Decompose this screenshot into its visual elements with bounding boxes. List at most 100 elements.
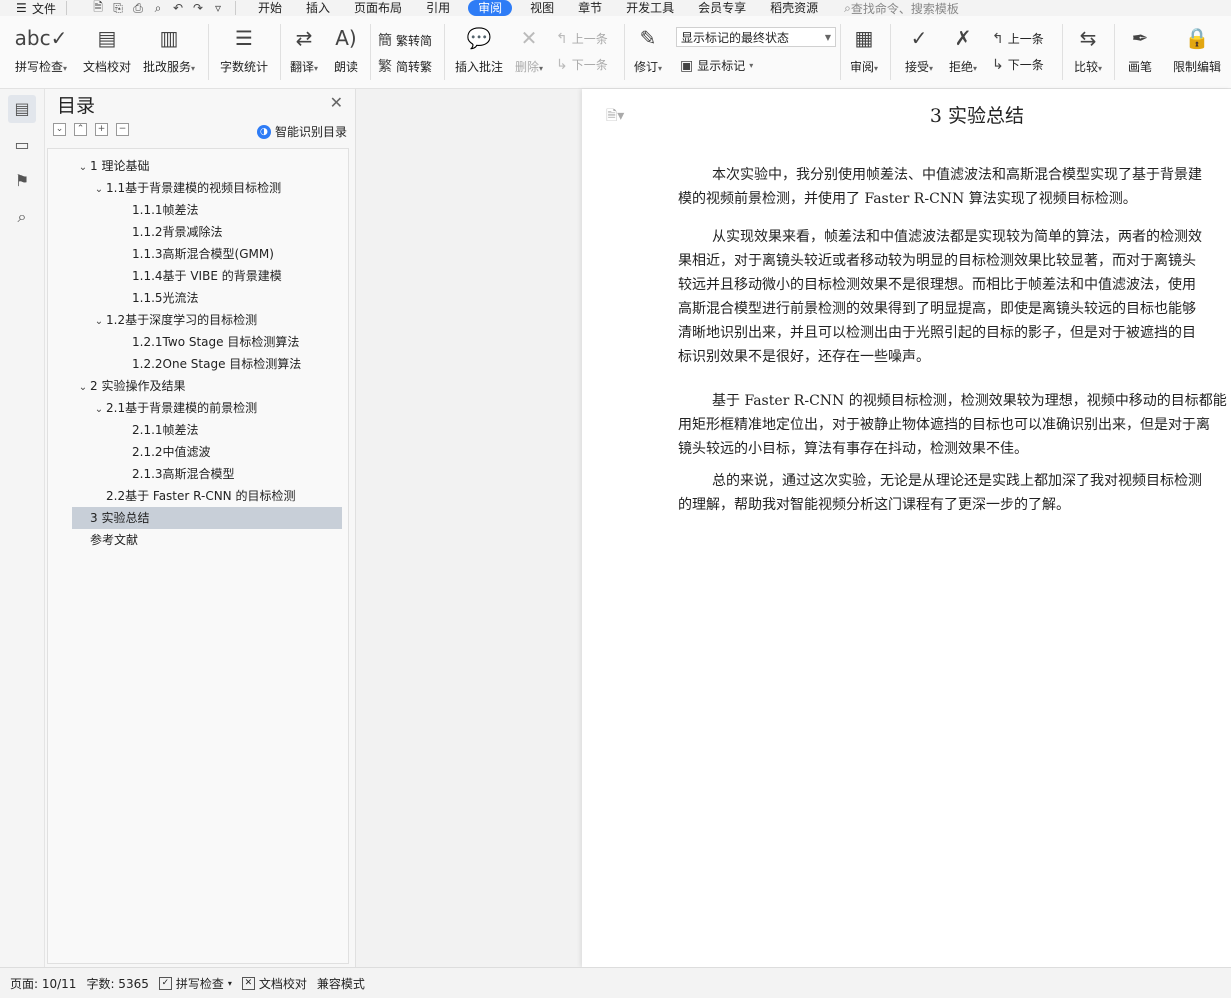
toc-item[interactable]: 2.2基于 Faster R-CNN 的目标检测	[72, 485, 342, 507]
toc-icon[interactable]: ▤	[8, 95, 36, 123]
prev-change-button[interactable]: ↰ 上一条	[992, 30, 1044, 47]
expand-all-icon[interactable]: ⌃	[74, 123, 87, 136]
file-menu[interactable]: ☰ 文件	[16, 0, 56, 16]
tab-6[interactable]: 章节	[566, 0, 614, 16]
search-placeholder: 查找命令、搜索模板	[850, 1, 959, 16]
accept-label: 接受	[904, 60, 929, 74]
spell-check-toggle[interactable]: ✓ 拼写检查 ▾	[158, 975, 232, 992]
track-changes-button[interactable]: ✎ 修订▾	[630, 24, 666, 75]
toc-item[interactable]: ⌄ 1.2基于深度学习的目标检测	[72, 309, 342, 331]
restrict-edit-button[interactable]: 🔒 限制编辑	[1168, 24, 1226, 75]
pen-label: 画笔	[1127, 60, 1152, 74]
tab-8[interactable]: 会员专享	[686, 0, 758, 16]
lock-icon: 🔒	[1184, 26, 1210, 50]
export-pdf-icon[interactable]: ⎘	[111, 1, 125, 16]
page-indicator[interactable]: 页面: 10/11	[10, 975, 76, 992]
add-level-icon[interactable]: +	[95, 123, 108, 136]
divider	[235, 1, 237, 15]
tab-4[interactable]: 审阅	[468, 0, 513, 16]
toc-item-label: 1.1.2背景减除法	[132, 225, 223, 239]
toc-item-label: 3 实验总结	[90, 511, 150, 525]
bookmark-icon[interactable]: ⚑	[8, 167, 36, 195]
reject-button[interactable]: ✗ 拒绝▾	[944, 24, 982, 75]
paragraph-line: 基于 Faster R-CNN 的视频目标检测，检测效果较为理想，视频中移动的目…	[712, 393, 1227, 409]
toc-item[interactable]: 3 实验总结	[72, 507, 342, 529]
collapse-all-icon[interactable]: ⌄	[53, 123, 66, 136]
word-count-button[interactable]: ☰ 字数统计	[216, 24, 272, 75]
tab-7[interactable]: 开发工具	[614, 0, 686, 16]
accept-button[interactable]: ✓ 接受▾	[900, 24, 938, 75]
toc-item[interactable]: 1.1.2背景减除法	[72, 221, 342, 243]
paragraph-line: 本次实验中，我分别使用帧差法、中值滤波法和高斯混合模型实现了基于背景建	[712, 167, 1202, 183]
chevron-down-icon[interactable]: ⌄	[92, 311, 106, 333]
toc-item[interactable]: 1.1.4基于 VIBE 的背景建模	[72, 265, 342, 287]
tab-5[interactable]: 视图	[518, 0, 566, 16]
chevron-down-icon[interactable]: ⌄	[76, 377, 90, 399]
chevron-down-icon[interactable]: ⌄	[76, 157, 90, 179]
tab-0[interactable]: 开始	[246, 0, 294, 16]
toc-item[interactable]: ⌄ 1 理论基础	[72, 155, 342, 177]
chevron-down-icon[interactable]: ⌄	[92, 399, 106, 421]
reject-label: 拒绝	[948, 60, 973, 74]
doc-proof-toggle[interactable]: ✕ 文档校对	[241, 975, 307, 992]
tab-1[interactable]: 插入	[294, 0, 342, 16]
prev-comment-button[interactable]: ↰ 上一条	[556, 30, 608, 47]
show-markup-button[interactable]: ▣ 显示标记 ▾	[680, 57, 753, 74]
command-search[interactable]: ⌕ 查找命令、搜索模板	[844, 0, 959, 16]
markup-state-select[interactable]: 显示标记的最终状态 ▼	[676, 27, 836, 47]
prev-comment-label: 上一条	[571, 32, 608, 46]
status-bar: 页面: 10/11 字数: 5365 ✓ 拼写检查 ▾ ✕ 文档校对 兼容模式	[0, 967, 1231, 998]
redo-icon[interactable]: ↷	[191, 1, 205, 15]
tab-3[interactable]: 引用	[414, 0, 462, 16]
remove-level-icon[interactable]: −	[116, 123, 129, 136]
pen-button[interactable]: ✒ 画笔	[1120, 24, 1160, 75]
print-icon[interactable]: ⎙	[131, 1, 145, 16]
save-icon[interactable]: 🗎	[91, 0, 105, 16]
trad-to-simp-button[interactable]: 簡 繁转简	[378, 30, 432, 50]
paragraph-line: 模的视频前景检测，并使用了 Faster R-CNN 算法实现了视频目标检测。	[678, 191, 1137, 207]
search-icon[interactable]: ⌕	[8, 203, 36, 231]
trad-to-simp-label: 繁转简	[396, 33, 433, 48]
compare-button[interactable]: ⇆ 比较▾	[1068, 24, 1108, 75]
toc-item[interactable]: 1.1.3高斯混合模型(GMM)	[72, 243, 342, 265]
compat-mode-indicator: 兼容模式	[316, 976, 365, 991]
toc-item[interactable]: ⌄ 2.1基于背景建模的前景检测	[72, 397, 342, 419]
review-pane-button[interactable]: ▦ 审阅▾	[844, 24, 884, 75]
next-change-label: 下一条	[1007, 58, 1044, 72]
next-comment-button[interactable]: ↳ 下一条	[556, 56, 608, 73]
toc-item[interactable]: 2.1.2中值滤波	[72, 441, 342, 463]
smart-toc-button[interactable]: ◑ 智能识别目录	[256, 123, 347, 140]
simp-to-trad-button[interactable]: 繁 简转繁	[378, 56, 432, 76]
insert-comment-button[interactable]: 💬 插入批注	[450, 24, 508, 75]
hamburger-icon: ☰	[16, 1, 27, 15]
toc-item[interactable]: 2.1.3高斯混合模型	[72, 463, 342, 485]
toc-item[interactable]: 1.1.5光流法	[72, 287, 342, 309]
toc-item[interactable]: 1.1.1帧差法	[72, 199, 342, 221]
doc-proof-button[interactable]: ▤ 文档校对	[80, 24, 134, 75]
customize-dropdown-icon[interactable]: ▿	[211, 1, 225, 15]
toc-item[interactable]: 1.2.2One Stage 目标检测算法	[72, 353, 342, 375]
checkbox-icon: ✓	[158, 976, 172, 990]
read-aloud-button[interactable]: A) 朗读	[328, 24, 364, 75]
undo-icon[interactable]: ↶	[171, 1, 185, 15]
tab-2[interactable]: 页面布局	[342, 0, 414, 16]
chevron-down-icon[interactable]: ⌄	[92, 179, 106, 201]
spell-check-button[interactable]: abc✓ 拼写检查▾	[10, 24, 72, 75]
translate-button[interactable]: ⇄ 翻译▾	[286, 24, 322, 75]
toc-item[interactable]: 2.1.1帧差法	[72, 419, 342, 441]
word-count-indicator[interactable]: 字数: 5365	[86, 975, 148, 992]
tab-9[interactable]: 稻壳资源	[758, 0, 830, 16]
delete-comment-button[interactable]: ✕ 删除▾	[510, 24, 548, 75]
print-preview-icon[interactable]: ⌕	[151, 1, 165, 16]
batch-service-button[interactable]: ▥ 批改服务▾	[138, 24, 200, 75]
body-paragraph: 本次实验中，我分别使用帧差法、中值滤波法和高斯混合模型实现了基于背景建模的视频前…	[678, 163, 1231, 211]
next-change-button[interactable]: ↳ 下一条	[992, 56, 1044, 73]
toc-item[interactable]: 1.2.1Two Stage 目标检测算法	[72, 331, 342, 353]
chapter-icon[interactable]: ▭	[8, 131, 36, 159]
section-heading: 3 实验总结	[929, 105, 1025, 127]
close-icon[interactable]: ✕	[330, 93, 343, 112]
toc-item[interactable]: ⌄ 2 实验操作及结果	[72, 375, 342, 397]
document-page[interactable]: 🗎▾ 3 实验总结 本次实验中，我分别使用帧差法、中值滤波法和高斯混合模型实现了…	[582, 89, 1231, 967]
toc-item[interactable]: ⌄ 1.1基于背景建模的视频目标检测	[72, 177, 342, 199]
toc-item[interactable]: 参考文献	[72, 529, 342, 551]
